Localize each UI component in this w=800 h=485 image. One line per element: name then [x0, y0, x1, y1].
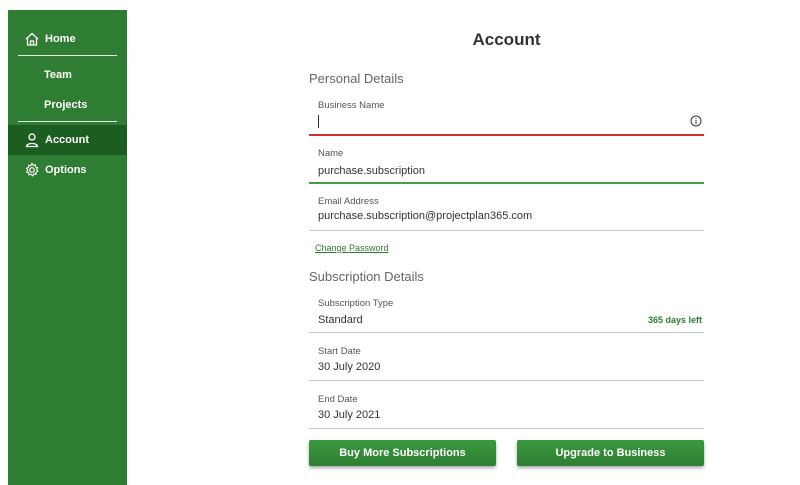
- buy-more-subscriptions-button[interactable]: Buy More Subscriptions: [309, 440, 496, 466]
- end-date-label: End Date: [318, 394, 358, 405]
- sidebar-item-account[interactable]: Account: [8, 125, 127, 155]
- field-underline: [309, 428, 704, 429]
- sidebar-item-label: Account: [45, 134, 89, 146]
- sidebar: Home Team Projects Account Options: [8, 10, 127, 485]
- sidebar-item-label: Options: [45, 164, 87, 176]
- end-date-value: 30 July 2021: [318, 409, 381, 421]
- business-name-input[interactable]: [318, 114, 678, 130]
- error-underline: [309, 134, 704, 136]
- start-date-value: 30 July 2020: [318, 361, 381, 373]
- field-underline: [309, 380, 704, 381]
- name-label: Name: [318, 148, 344, 159]
- email-label: Email Address: [318, 196, 379, 207]
- info-icon[interactable]: [690, 114, 702, 132]
- upgrade-to-business-button[interactable]: Upgrade to Business: [517, 440, 704, 466]
- subscription-type-field: Subscription Type Standard 365 days left: [309, 298, 704, 334]
- field-underline: [309, 332, 704, 333]
- valid-underline: [309, 182, 704, 184]
- days-left-badge: 365 days left: [647, 315, 702, 325]
- change-password-link[interactable]: Change Password: [315, 243, 389, 253]
- business-name-label: Business Name: [318, 100, 385, 111]
- name-field[interactable]: Name purchase.subscription: [309, 148, 704, 184]
- sidebar-item-home[interactable]: Home: [8, 24, 127, 54]
- page-title: Account: [472, 30, 541, 49]
- gear-icon: [24, 162, 40, 178]
- start-date-label: Start Date: [318, 346, 361, 357]
- field-underline: [309, 230, 704, 231]
- home-icon: [24, 31, 40, 47]
- person-icon: [24, 132, 40, 148]
- end-date-field: End Date 30 July 2021: [309, 394, 704, 430]
- sidebar-divider: [18, 121, 117, 122]
- section-personal-details: Personal Details: [309, 71, 404, 86]
- business-name-field[interactable]: Business Name: [309, 100, 704, 136]
- sidebar-item-label: Projects: [44, 99, 88, 111]
- sidebar-item-team[interactable]: Team: [8, 60, 127, 90]
- sidebar-item-label: Home: [45, 33, 76, 45]
- name-value: purchase.subscription: [318, 165, 426, 177]
- subscription-type-label: Subscription Type: [318, 298, 394, 309]
- email-value: purchase.subscription@projectplan365.com: [318, 210, 533, 222]
- section-subscription-details: Subscription Details: [309, 269, 424, 284]
- sidebar-item-options[interactable]: Options: [8, 155, 127, 185]
- sidebar-divider: [18, 55, 117, 56]
- sidebar-item-label: Team: [44, 69, 72, 81]
- email-field[interactable]: Email Address purchase.subscription@proj…: [309, 196, 704, 232]
- sidebar-item-projects[interactable]: Projects: [8, 90, 127, 120]
- subscription-type-value: Standard: [318, 314, 363, 326]
- start-date-field: Start Date 30 July 2020: [309, 346, 704, 382]
